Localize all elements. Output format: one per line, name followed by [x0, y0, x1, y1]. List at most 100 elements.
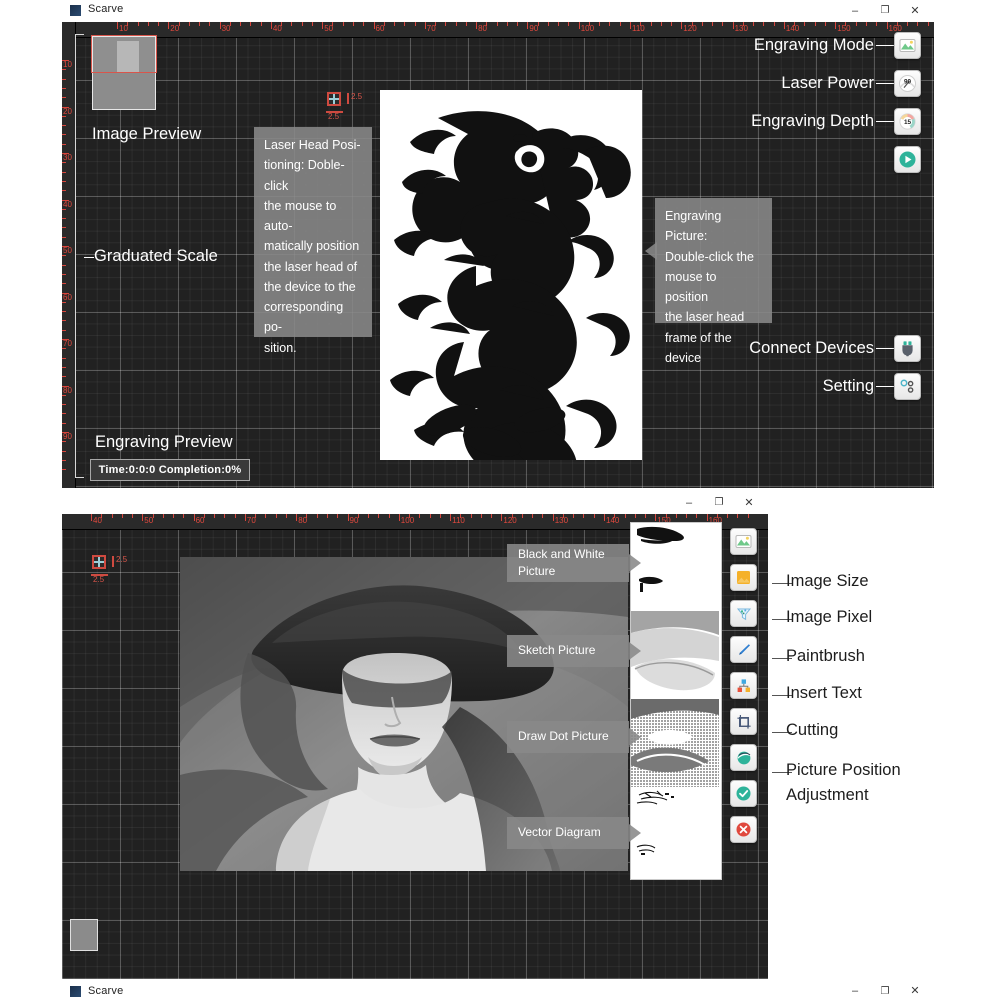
minimize-button[interactable]: – — [840, 0, 870, 22]
ruler-minor-tick — [394, 22, 396, 26]
minimize-button[interactable]: – — [840, 983, 870, 1000]
leader-engraving-mode — [876, 45, 894, 46]
picture-position-adjustment-button[interactable] — [730, 744, 757, 771]
close-button[interactable]: ✕ — [900, 983, 930, 1000]
engraving-mode-button-2[interactable] — [730, 528, 757, 555]
ruler-minor-tick — [368, 514, 370, 518]
ruler-tick — [501, 514, 503, 521]
dot-thumb-icon — [631, 699, 719, 787]
ruler-minor-tick — [316, 514, 318, 518]
maximize-button[interactable]: ❐ — [704, 492, 734, 514]
ruler-minor-tick — [111, 514, 113, 518]
ruler-minor-tick — [62, 255, 66, 257]
label-engraving-mode: Engraving Mode — [753, 36, 874, 54]
leader-laser-power — [876, 83, 894, 84]
ruler-minor-tick — [896, 22, 898, 26]
thumb-vector[interactable] — [631, 787, 719, 877]
ruler-minor-tick — [583, 514, 585, 518]
ruler-minor-tick — [455, 22, 457, 26]
ruler-minor-tick — [352, 22, 354, 26]
engraving-canvas[interactable]: 10 20 30 40 50 60 70 80 90 100 110 120 130 140 150 160 … — [62, 22, 934, 488]
confirm-button[interactable] — [730, 780, 757, 807]
processing-preview-strip[interactable] — [630, 522, 722, 880]
minimize-button[interactable]: – — [674, 492, 704, 514]
ruler-minor-tick — [285, 514, 287, 518]
ruler-minor-tick — [470, 514, 472, 518]
ruler-minor-tick — [562, 514, 564, 518]
ruler-minor-tick — [62, 450, 66, 452]
image-editing-canvas[interactable]: 40 50 60 70 80 90 100 110 120 130 140 150 160 2.5 2.… — [62, 514, 768, 979]
ruler-minor-tick — [62, 171, 66, 173]
close-button[interactable]: ✕ — [900, 0, 930, 22]
canvas-origin-square[interactable] — [70, 919, 98, 951]
image-size-button[interactable] — [730, 564, 757, 591]
ruler-label: 110 — [452, 516, 465, 525]
close-button[interactable]: ✕ — [734, 492, 764, 514]
vector-thumb-icon — [631, 787, 719, 877]
ruler-minor-tick — [614, 514, 616, 518]
start-engraving-button[interactable] — [894, 146, 921, 173]
cutting-button[interactable] — [730, 708, 757, 735]
ruler-minor-tick — [671, 22, 673, 26]
ruler-minor-tick — [624, 514, 626, 518]
ruler-minor-tick — [696, 514, 698, 518]
ruler-minor-tick — [645, 514, 647, 518]
maximize-button[interactable]: ❐ — [870, 0, 900, 22]
image-preview-selection[interactable] — [91, 35, 157, 73]
ruler-label: 90 — [349, 516, 359, 525]
image-pixel-button[interactable] — [730, 600, 757, 627]
ruler-minor-tick — [727, 514, 729, 518]
cancel-button[interactable] — [730, 816, 757, 843]
image-size-icon — [737, 571, 750, 584]
ruler-minor-tick — [62, 441, 66, 443]
ruler-label: 70 — [246, 516, 256, 525]
setting-button[interactable] — [894, 373, 921, 400]
window-scarve-engraving: Scarve – ❐ ✕ 10 20 30 40 50 60 70 80 90 100 110 120… — [62, 0, 934, 488]
image-mountain-icon — [899, 39, 916, 52]
ruler-label: 60 — [195, 516, 205, 525]
engraving-mode-button[interactable] — [894, 32, 921, 59]
callout-tail — [629, 728, 641, 746]
engraving-depth-button[interactable]: 15 — [894, 108, 921, 135]
thumb-black-and-white[interactable] — [631, 523, 719, 612]
thumb-draw-dot[interactable] — [631, 699, 719, 788]
vertical-ruler[interactable]: 10 20 30 40 50 60 70 80 90 — [62, 22, 76, 488]
paintbrush-button[interactable] — [730, 636, 757, 663]
ruler-label: 70 — [426, 24, 436, 33]
ruler-label: 130 — [734, 24, 748, 33]
ruler-minor-tick — [127, 22, 129, 26]
ruler-minor-tick — [62, 69, 66, 71]
insert-text-button[interactable] — [730, 672, 757, 699]
thumb-sketch[interactable] — [631, 611, 719, 700]
label-image-pixel: Image Pixel — [786, 608, 873, 626]
ruler-minor-tick — [301, 22, 303, 26]
maximize-button[interactable]: ❐ — [870, 983, 900, 1000]
ruler-minor-tick — [675, 514, 677, 518]
ruler-minor-tick — [62, 413, 66, 415]
ruler-minor-tick — [907, 22, 909, 26]
ruler-label: 60 — [63, 292, 72, 302]
laser-head-tick — [112, 556, 114, 567]
callout-sketch-picture: Sketch Picture — [507, 635, 629, 667]
ruler-minor-tick — [265, 514, 267, 518]
engraving-artwork-dragon[interactable] — [380, 90, 642, 460]
tooltip-line: the laser head — [665, 310, 745, 325]
ruler-minor-tick — [742, 22, 744, 26]
ruler-minor-tick — [199, 22, 201, 26]
ruler-minor-tick — [62, 422, 66, 424]
laser-power-button[interactable]: 90 — [894, 70, 921, 97]
connect-devices-button[interactable] — [894, 335, 921, 362]
graduated-scale-bracket — [75, 34, 84, 478]
ruler-tick — [706, 514, 708, 521]
callout-line: Black and White — [518, 546, 605, 561]
ruler-minor-tick — [506, 22, 508, 26]
ruler-minor-tick — [62, 162, 66, 164]
ruler-minor-tick — [203, 514, 205, 518]
ruler-minor-tick — [532, 514, 534, 518]
ruler-minor-tick — [460, 514, 462, 518]
ruler-minor-tick — [824, 22, 826, 26]
ruler-minor-tick — [62, 97, 66, 99]
ruler-minor-tick — [558, 22, 560, 26]
tooltip-engraving-picture: Engraving Picture: Double-click the mous… — [655, 198, 772, 365]
label-image-preview: Image Preview — [92, 125, 202, 143]
